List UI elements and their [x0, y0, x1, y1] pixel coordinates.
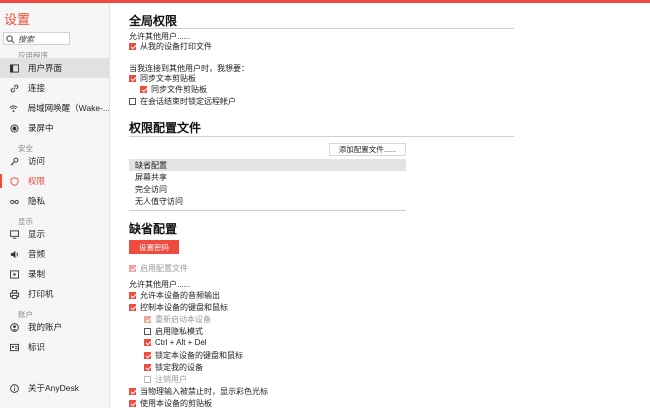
add-profile-button[interactable]: 添加配置文件......	[329, 143, 406, 156]
settings-main: 全局权限 允许其他用户...... 从我的设备打印文件 当我连接到其他用户时，我…	[110, 3, 650, 408]
print-files-checkbox[interactable]: 从我的设备打印文件	[129, 41, 212, 52]
checkbox-box	[129, 304, 136, 311]
lock-remote-account-checkbox[interactable]: 在会话结束时锁定远程帐户	[129, 96, 236, 107]
sidebar-item-display[interactable]: 显示	[0, 224, 109, 244]
sidebar-item-my-account[interactable]: 我的账户	[0, 317, 109, 337]
ctrl-alt-del-checkbox[interactable]: Ctrl + Alt + Del	[144, 338, 207, 347]
checkbox-box	[144, 376, 151, 383]
show-color-cursor-checkbox[interactable]: 当物理输入被禁止时，显示彩色光标	[129, 386, 268, 397]
settings-sidebar: 设置 搜索 应用程序 用户界面 连接 局域网唤醒（Wake-... 录屏中 安全…	[0, 3, 110, 408]
permission-profiles-title: 权限配置文件	[129, 121, 202, 135]
profile-item-full-access[interactable]: 完全访问	[129, 183, 406, 195]
shield-icon	[9, 176, 19, 186]
info-icon	[9, 383, 19, 393]
sidebar-item-recording[interactable]: 录屏中	[0, 118, 109, 138]
checkbox-box	[129, 292, 136, 299]
ui-icon	[9, 63, 19, 73]
monitor-icon	[9, 229, 19, 239]
checkbox-box	[129, 265, 136, 272]
checkbox-box	[129, 43, 136, 50]
sidebar-item-ui[interactable]: 用户界面	[0, 58, 109, 78]
checkbox-box	[144, 316, 151, 323]
checkbox-box	[144, 339, 151, 346]
profile-item-unattended[interactable]: 无人值守访问	[129, 195, 406, 207]
sidebar-item-about[interactable]: 关于AnyDesk	[0, 378, 109, 398]
profile-allow-others-label: 允许其他用户......	[129, 280, 191, 289]
sidebar-item-access[interactable]: 访问	[0, 151, 109, 171]
record-dot-icon	[9, 123, 19, 133]
glasses-icon	[9, 199, 19, 204]
audio-output-checkbox[interactable]: 允许本设备的音频输出	[129, 290, 220, 301]
checkbox-box	[129, 98, 136, 105]
use-clipboard-checkbox[interactable]: 使用本设备的剪贴板	[129, 398, 212, 408]
divider	[129, 28, 514, 29]
sidebar-item-record[interactable]: 录制	[0, 264, 109, 284]
restart-device-checkbox[interactable]: 重新启动本设备	[144, 314, 211, 325]
sign-out-checkbox[interactable]: 注销用户	[144, 374, 187, 385]
divider	[129, 210, 406, 211]
settings-title: 设置	[4, 12, 31, 27]
sidebar-item-identity[interactable]: 标识	[0, 337, 109, 357]
checkbox-box	[129, 388, 136, 395]
enable-profile-checkbox[interactable]: 启用配置文件	[129, 263, 188, 274]
checkbox-box	[129, 400, 136, 407]
sidebar-item-privacy[interactable]: 隐私	[0, 191, 109, 211]
sidebar-item-printer[interactable]: 打印机	[0, 284, 109, 304]
global-permissions-title: 全局权限	[129, 14, 178, 28]
id-card-icon	[9, 343, 19, 351]
checkbox-box	[144, 352, 151, 359]
privacy-mode-checkbox[interactable]: 启用隐私模式	[144, 326, 203, 337]
user-icon	[9, 322, 19, 332]
sidebar-item-permissions[interactable]: 权限	[0, 171, 109, 191]
control-keyboard-mouse-checkbox[interactable]: 控制本设备的键盘和鼠标	[129, 302, 228, 313]
printer-icon	[9, 289, 19, 299]
speaker-icon	[10, 250, 18, 258]
sync-file-clipboard-checkbox[interactable]: 同步文件剪贴板	[140, 84, 207, 95]
profile-item-default[interactable]: 缺省配置	[129, 159, 406, 171]
checkbox-box	[144, 328, 151, 335]
set-password-button[interactable]: 设置密码	[129, 240, 179, 254]
search-icon	[6, 35, 15, 44]
profile-item-screen-share[interactable]: 屏幕共享	[129, 171, 406, 183]
lock-keyboard-mouse-checkbox[interactable]: 锁定本设备的键盘和鼠标	[144, 350, 243, 361]
default-profile-title: 缺省配置	[129, 222, 178, 236]
search-input[interactable]: 搜索	[3, 32, 70, 45]
sidebar-item-wol[interactable]: 局域网唤醒（Wake-...	[0, 98, 109, 118]
sync-text-clipboard-checkbox[interactable]: 同步文本剪贴板	[129, 73, 196, 84]
checkbox-box	[144, 364, 151, 371]
profile-list: 缺省配置 屏幕共享 完全访问 无人值守访问	[129, 159, 406, 207]
checkbox-box	[140, 86, 147, 93]
link-icon	[10, 84, 18, 92]
checkbox-box	[129, 75, 136, 82]
lock-device-checkbox[interactable]: 锁定我的设备	[144, 362, 203, 373]
play-icon	[9, 269, 19, 279]
key-icon	[10, 157, 18, 165]
divider	[129, 136, 514, 137]
wifi-icon	[9, 104, 18, 112]
sidebar-item-connection[interactable]: 连接	[0, 78, 109, 98]
sidebar-item-audio[interactable]: 音频	[0, 244, 109, 264]
search-placeholder: 搜索	[18, 35, 34, 44]
